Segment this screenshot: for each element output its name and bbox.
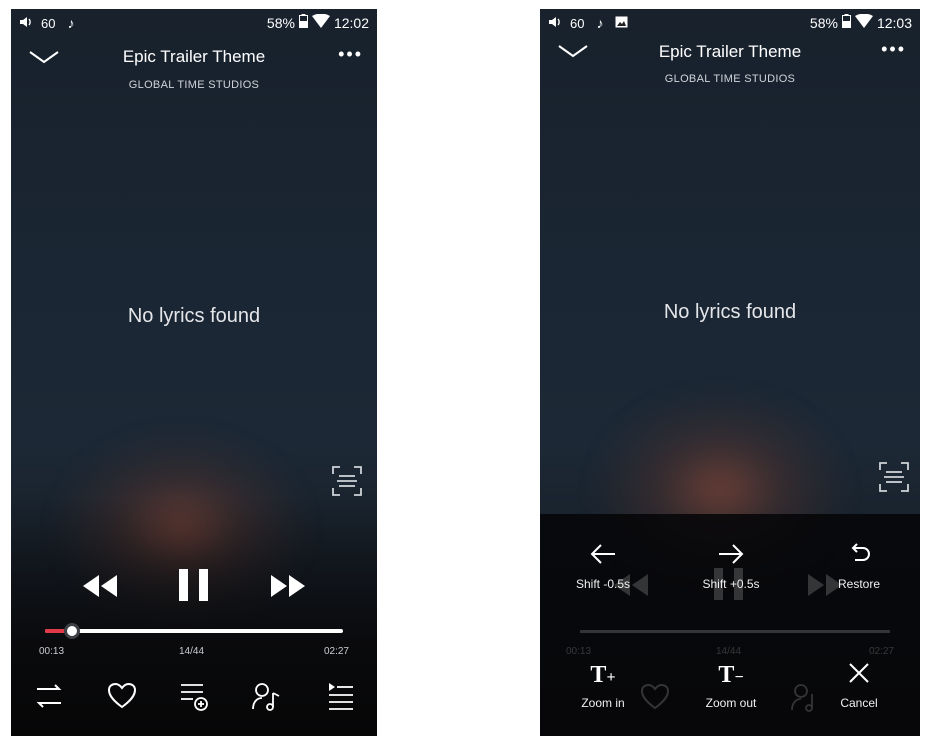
playback-controls — [11, 567, 377, 607]
music-note-icon: ♪ — [596, 15, 604, 31]
cancel-label: Cancel — [840, 696, 878, 710]
arrow-right-icon — [676, 542, 786, 571]
heart-icon[interactable] — [107, 681, 137, 716]
song-title: Epic Trailer Theme — [122, 47, 266, 66]
shift-forward-label: Shift +0.5s — [702, 577, 760, 591]
artist-name: GLOBAL TIME STUDIOS — [128, 79, 260, 91]
scan-lyrics-icon[interactable] — [331, 465, 363, 497]
cancel-button[interactable]: Cancel — [804, 660, 914, 710]
arrow-left-icon — [548, 542, 658, 571]
zoom-in-button[interactable]: T+ Zoom in — [548, 660, 658, 710]
wifi-icon — [854, 13, 873, 31]
volume-level: 60 — [570, 15, 585, 31]
volume-level: 60 — [41, 15, 56, 31]
restore-label: Restore — [837, 577, 881, 591]
bottom-toolbar — [11, 681, 377, 717]
shift-forward-button[interactable]: Shift +0.5s — [676, 542, 786, 591]
battery-icon — [841, 14, 851, 31]
player-screen-left: 60 ♪ 58% 12:02 Epic Trailer Theme ••• GL… — [11, 9, 377, 736]
song-title: Epic Trailer Theme — [658, 42, 802, 61]
zoom-out-label: Zoom out — [705, 696, 757, 710]
status-bar: 60 ♪ 58% 12:03 — [540, 9, 920, 35]
pause-icon[interactable] — [177, 567, 211, 608]
clock: 12:02 — [333, 14, 369, 31]
lyrics-area: No lyrics found — [127, 305, 261, 327]
elapsed-time: 00:13 — [566, 646, 592, 657]
volume-icon — [548, 16, 564, 31]
wifi-icon — [311, 13, 330, 31]
add-to-playlist-icon[interactable] — [179, 681, 209, 718]
volume-icon — [19, 16, 35, 31]
undo-icon — [804, 542, 914, 571]
lyrics-adjust-menu: 00:13 14/44 02:27 Shift -0.5s Shift +0.5… — [540, 514, 920, 736]
zoom-out-button[interactable]: T− Zoom out — [676, 660, 786, 710]
zoom-in-label: Zoom in — [581, 696, 625, 710]
more-icon[interactable]: ••• — [881, 40, 906, 58]
status-bar: 60 ♪ 58% 12:02 — [11, 9, 377, 35]
more-icon[interactable]: ••• — [338, 45, 363, 63]
image-icon — [615, 16, 628, 31]
battery-icon — [298, 14, 308, 31]
player-screen-right: 60 ♪ 58% 12:03 Epic Trailer Theme ••• GL… — [540, 9, 920, 736]
duration: 02:27 — [323, 646, 349, 657]
shuffle-icon[interactable] — [35, 681, 63, 716]
battery-level: 58% — [809, 14, 838, 31]
scan-lyrics-icon[interactable] — [878, 461, 910, 493]
seek-bar — [580, 630, 890, 633]
track-index: 14/44 — [179, 646, 205, 657]
elapsed-time: 00:13 — [39, 646, 65, 657]
battery-level: 58% — [266, 14, 295, 31]
duration: 02:27 — [868, 646, 894, 657]
queue-icon[interactable] — [325, 681, 355, 716]
artist-name: GLOBAL TIME STUDIOS — [664, 73, 796, 85]
restore-button[interactable]: Restore — [804, 542, 914, 591]
rewind-icon[interactable] — [81, 573, 119, 604]
text-smaller-icon: T− — [718, 662, 744, 688]
shift-back-label: Shift -0.5s — [575, 577, 631, 591]
seek-thumb[interactable] — [63, 623, 80, 639]
shift-back-button[interactable]: Shift -0.5s — [548, 542, 658, 591]
fast-forward-icon[interactable] — [269, 573, 307, 604]
clock: 12:03 — [876, 14, 912, 31]
seek-bar[interactable] — [45, 623, 343, 639]
text-larger-icon: T+ — [590, 662, 616, 688]
close-icon — [804, 660, 914, 690]
artist-icon[interactable] — [251, 681, 283, 718]
music-note-icon: ♪ — [67, 15, 75, 31]
track-index: 14/44 — [716, 646, 742, 657]
lyrics-area: No lyrics found — [663, 301, 797, 323]
